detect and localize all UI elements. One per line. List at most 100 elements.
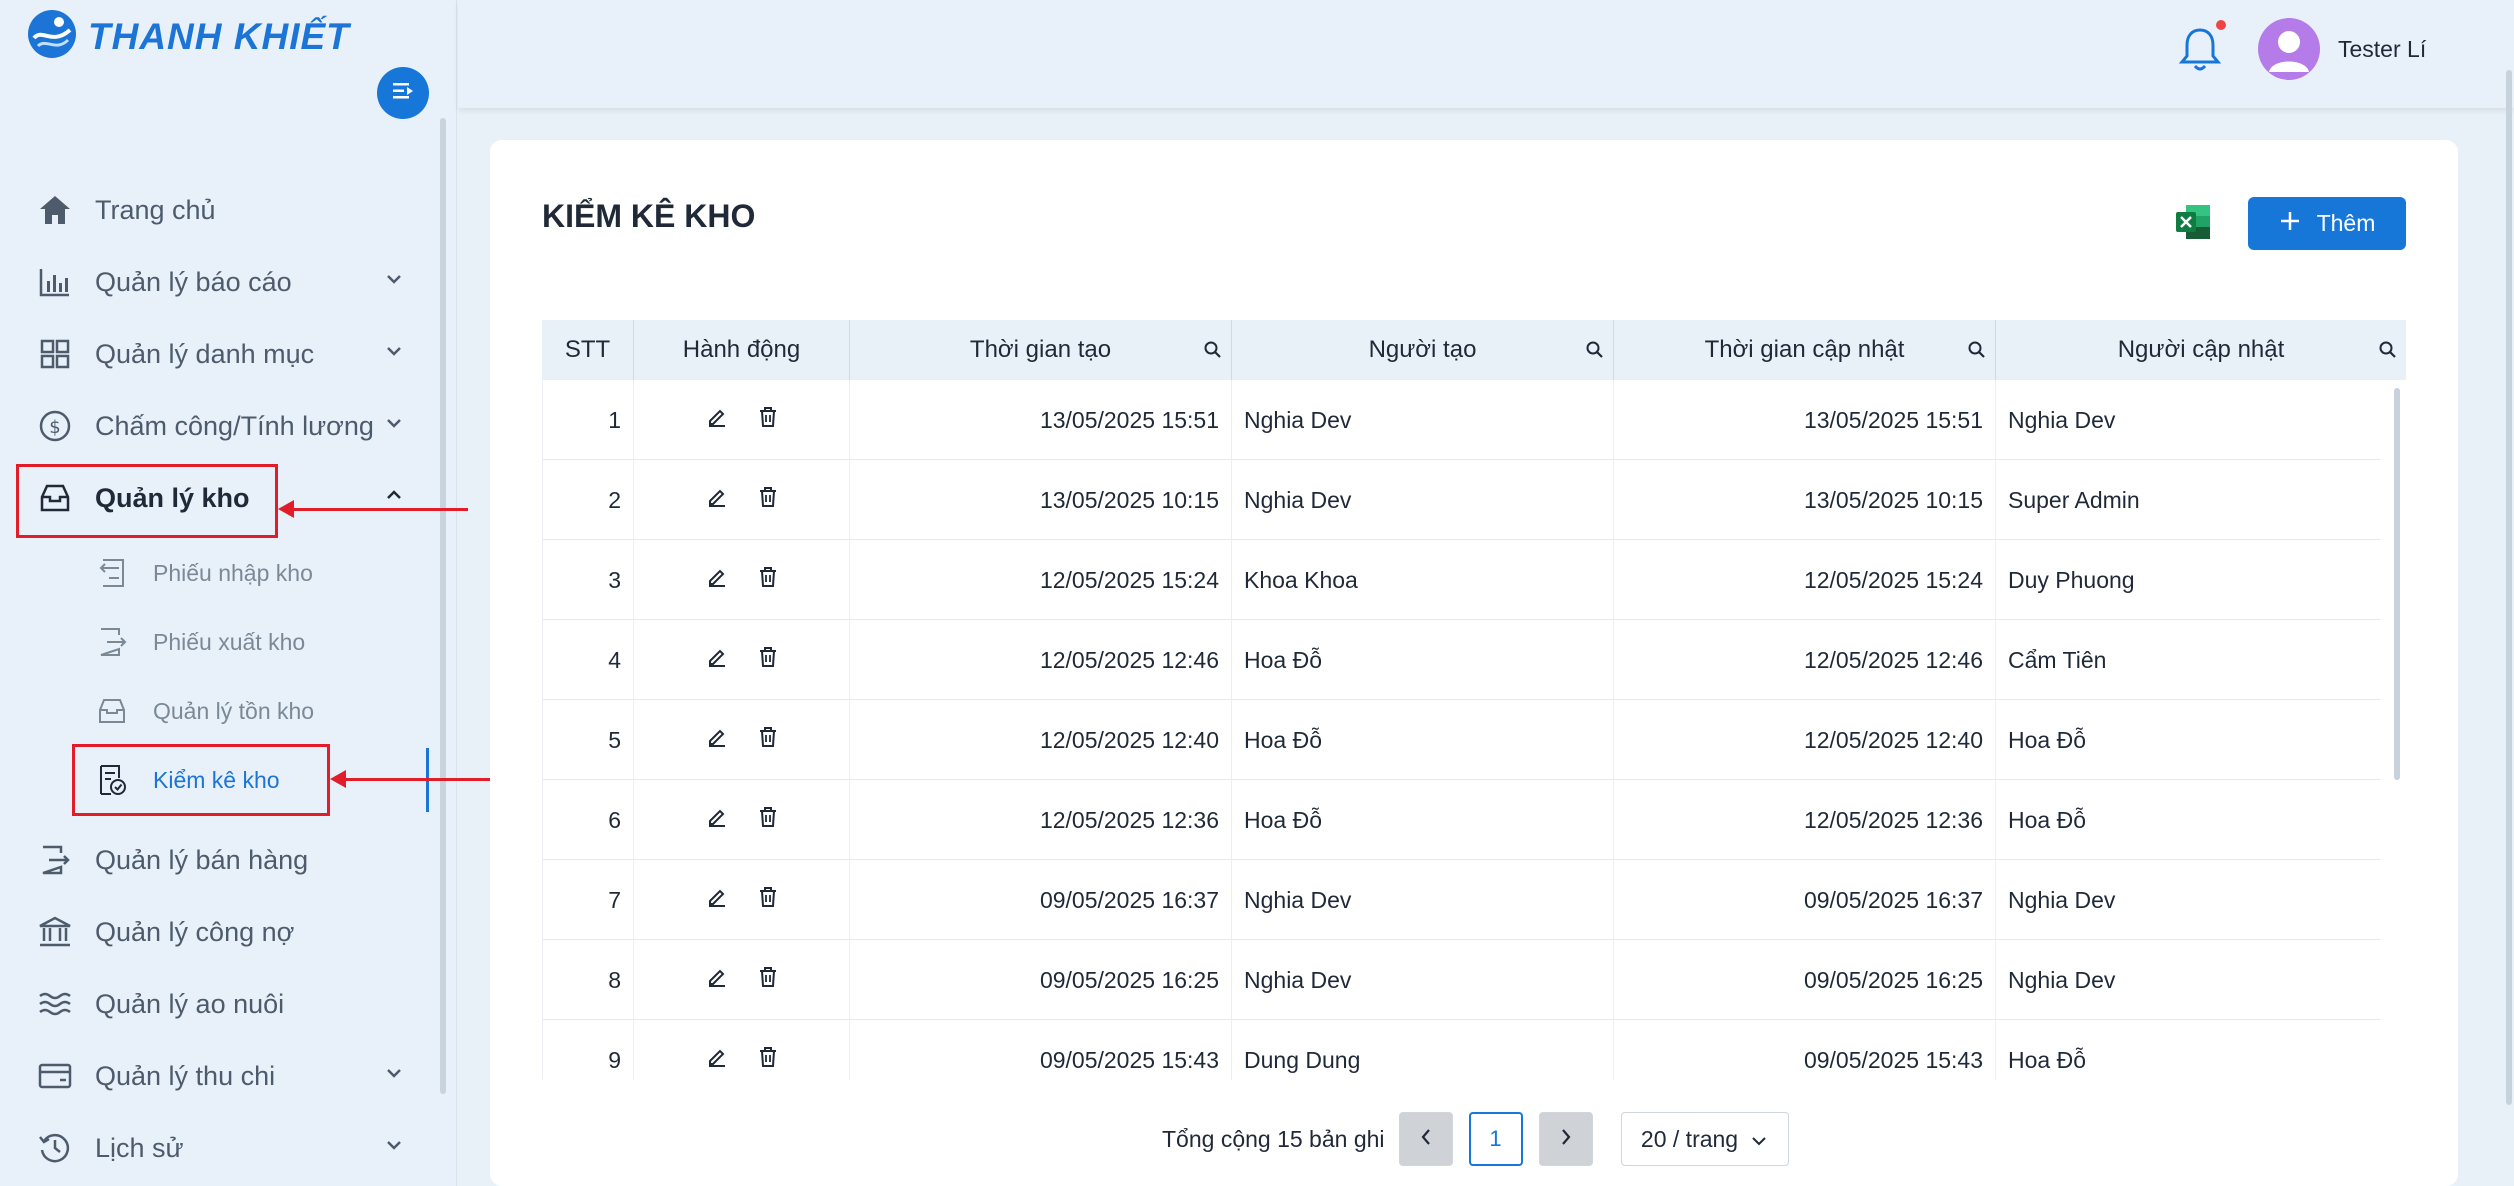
cell-stt: 4 bbox=[542, 620, 634, 700]
cell-creator: Hoa Đỗ bbox=[1232, 700, 1614, 780]
sidebar-subitem-label: Phiếu xuất kho bbox=[153, 628, 306, 655]
table-row: 7 09/05/2025 16:37 Nghia Dev 09/05/2025 … bbox=[542, 860, 2380, 940]
total-records: Tổng cộng 15 bản ghi bbox=[1162, 1125, 1385, 1152]
cell-stt: 1 bbox=[542, 380, 634, 460]
edit-icon[interactable] bbox=[706, 966, 728, 994]
add-button[interactable]: Thêm bbox=[2248, 197, 2406, 250]
sidebar-item-categories[interactable]: Quản lý danh mục bbox=[35, 326, 401, 382]
cell-updater: Duy Phuong bbox=[2008, 566, 2135, 593]
sidebar-subitem-inventory[interactable]: Quản lý tồn kho bbox=[94, 686, 314, 736]
inventory-icon bbox=[94, 693, 130, 729]
edit-icon[interactable] bbox=[706, 806, 728, 834]
next-page-button[interactable] bbox=[1538, 1112, 1593, 1166]
sidebar-subitem-export[interactable]: Phiếu xuất kho bbox=[94, 617, 305, 667]
cell-stt: 5 bbox=[542, 700, 634, 780]
page-size-select[interactable]: 20 / trang bbox=[1620, 1112, 1789, 1166]
sidebar-item-income-expense[interactable]: Quản lý thu chi bbox=[35, 1048, 401, 1104]
sidebar-item-label: Quản lý ao nuôi bbox=[95, 988, 285, 1019]
trash-icon[interactable] bbox=[758, 566, 778, 594]
trash-icon[interactable] bbox=[758, 806, 778, 834]
brand-logo[interactable]: THANH KHIẾT bbox=[26, 8, 350, 65]
cell-created-time: 09/05/2025 15:43 bbox=[850, 1020, 1232, 1080]
cell-updater: Nghia Dev bbox=[2008, 406, 2116, 433]
edit-icon[interactable] bbox=[706, 726, 728, 754]
table-row: 2 13/05/2025 10:15 Nghia Dev 13/05/2025 … bbox=[542, 460, 2380, 540]
table-scrollbar[interactable] bbox=[2394, 388, 2400, 780]
cell-stt: 8 bbox=[542, 940, 634, 1020]
cell-stt: 7 bbox=[542, 860, 634, 940]
dollar-circle-icon: $ bbox=[35, 406, 75, 446]
edit-icon[interactable] bbox=[706, 646, 728, 674]
cell-created-time: 12/05/2025 12:46 bbox=[850, 620, 1232, 700]
cell-created-time: 12/05/2025 12:36 bbox=[850, 780, 1232, 860]
cell-updater: Cẩm Tiên bbox=[2008, 646, 2107, 673]
sidebar-item-debts[interactable]: Quản lý công nợ bbox=[35, 904, 294, 960]
cell-created-time: 12/05/2025 15:24 bbox=[850, 540, 1232, 620]
avatar[interactable] bbox=[2258, 18, 2320, 80]
column-header-creator: Người tạo bbox=[1232, 320, 1614, 380]
trash-icon[interactable] bbox=[758, 406, 778, 434]
export-doc-icon bbox=[94, 624, 130, 660]
column-header-label: Người tạo bbox=[1368, 336, 1477, 363]
sidebar-item-history[interactable]: Lịch sử bbox=[35, 1120, 401, 1176]
column-header-created-time: Thời gian tạo bbox=[850, 320, 1232, 380]
sidebar-item-sales[interactable]: Quản lý bán hàng bbox=[35, 832, 308, 888]
search-icon[interactable] bbox=[2378, 339, 2398, 367]
bell-icon[interactable] bbox=[2178, 26, 2222, 79]
edit-icon[interactable] bbox=[706, 1046, 728, 1074]
page-size-value: 20 / trang bbox=[1640, 1125, 1739, 1152]
edit-icon[interactable] bbox=[706, 566, 728, 594]
import-doc-icon bbox=[94, 555, 130, 591]
cell-stt: 2 bbox=[542, 460, 634, 540]
chevron-down-icon bbox=[385, 272, 403, 290]
trash-icon[interactable] bbox=[758, 646, 778, 674]
table-row: 9 09/05/2025 15:43 Dung Dung 09/05/2025 … bbox=[542, 1020, 2380, 1080]
cell-stt: 6 bbox=[542, 780, 634, 860]
sidebar-item-home[interactable]: Trang chủ bbox=[35, 182, 216, 238]
cell-updater: Super Admin bbox=[2008, 486, 2140, 513]
sidebar-item-timekeeping[interactable]: $ Chấm công/Tính lương bbox=[35, 398, 401, 454]
edit-icon[interactable] bbox=[706, 406, 728, 434]
cell-updater: Hoa Đỗ bbox=[2008, 726, 2086, 753]
trash-icon[interactable] bbox=[758, 886, 778, 914]
sidebar-scrollbar[interactable] bbox=[440, 118, 446, 1094]
column-header-label: Người cập nhật bbox=[2117, 336, 2285, 363]
sidebar-item-reports[interactable]: Quản lý báo cáo bbox=[35, 254, 401, 310]
edit-icon[interactable] bbox=[706, 886, 728, 914]
home-icon bbox=[35, 190, 75, 230]
menu-fold-icon bbox=[391, 80, 415, 107]
chevron-down-icon bbox=[385, 1138, 403, 1156]
trash-icon[interactable] bbox=[758, 1046, 778, 1074]
trash-icon[interactable] bbox=[758, 726, 778, 754]
cell-stt: 9 bbox=[542, 1020, 634, 1080]
prev-page-button[interactable] bbox=[1398, 1112, 1453, 1166]
cell-updated-time: 13/05/2025 15:51 bbox=[1614, 380, 1996, 460]
chevron-down-icon bbox=[385, 416, 403, 434]
page-scrollbar[interactable] bbox=[2506, 70, 2512, 1105]
search-icon[interactable] bbox=[1967, 339, 1987, 367]
chevron-down-icon bbox=[385, 1066, 403, 1084]
cell-updater: Nghia Dev bbox=[2008, 886, 2116, 913]
user-name[interactable]: Tester Lí bbox=[2338, 36, 2426, 63]
cell-created-time: 09/05/2025 16:37 bbox=[850, 860, 1232, 940]
sidebar-subitem-import[interactable]: Phiếu nhập kho bbox=[94, 548, 313, 598]
export-excel-button[interactable] bbox=[2174, 202, 2212, 242]
trash-icon[interactable] bbox=[758, 966, 778, 994]
cell-updated-time: 12/05/2025 12:36 bbox=[1614, 780, 1996, 860]
collapse-sidebar-button[interactable] bbox=[377, 67, 429, 119]
column-header-actions: Hành động bbox=[634, 320, 850, 380]
table-row: 8 09/05/2025 16:25 Nghia Dev 09/05/2025 … bbox=[542, 940, 2380, 1020]
sidebar-item-ponds[interactable]: Quản lý ao nuôi bbox=[35, 976, 284, 1032]
page-number-button[interactable]: 1 bbox=[1468, 1112, 1523, 1166]
edit-icon[interactable] bbox=[706, 486, 728, 514]
sidebar-item-label: Quản lý danh mục bbox=[95, 338, 315, 369]
cell-created-time: 13/05/2025 10:15 bbox=[850, 460, 1232, 540]
cell-updated-time: 09/05/2025 16:25 bbox=[1614, 940, 1996, 1020]
search-icon[interactable] bbox=[1203, 339, 1223, 367]
search-icon[interactable] bbox=[1585, 339, 1605, 367]
cell-updated-time: 09/05/2025 16:37 bbox=[1614, 860, 1996, 940]
chevron-down-icon bbox=[385, 344, 403, 362]
highlight-box-warehouse bbox=[16, 464, 278, 538]
waves-icon bbox=[35, 984, 75, 1024]
trash-icon[interactable] bbox=[758, 486, 778, 514]
